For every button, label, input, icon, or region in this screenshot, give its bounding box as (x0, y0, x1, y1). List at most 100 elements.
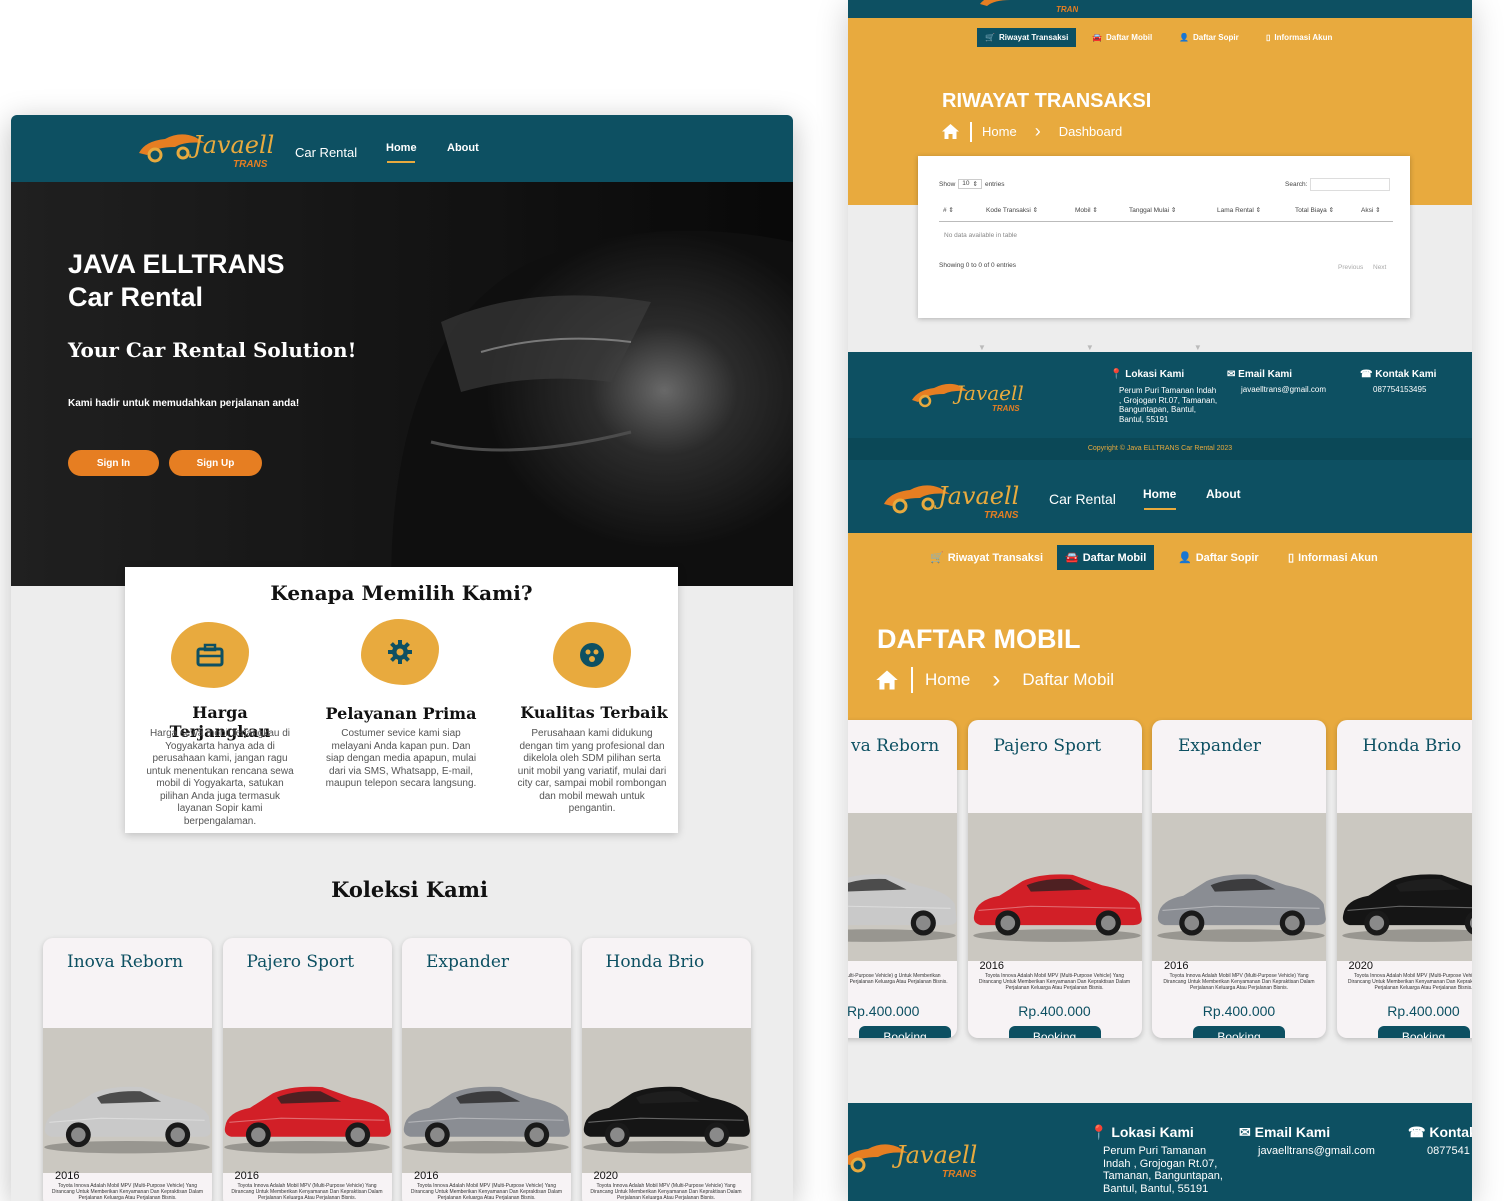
phone-icon: ☎ (1360, 369, 1373, 380)
table-column-header[interactable]: Kode Transaksi ⇕ (986, 206, 1038, 214)
footer-location-title: 📍 Lokasi Kami (1090, 1124, 1194, 1141)
subnav-informasi-akun[interactable]: ▯ Informasi Akun (1288, 545, 1378, 570)
svg-text:Javaell: Javaell (891, 1141, 977, 1169)
subnav-daftar-mobil[interactable]: 🚘 Daftar Mobil (1092, 28, 1152, 47)
car-name: Pajero Sport (246, 952, 355, 972)
gear-icon (388, 640, 412, 664)
car-image (222, 1028, 392, 1173)
car-photo (223, 1086, 391, 1154)
booking-button[interactable]: Booking (1008, 1026, 1101, 1038)
booking-button[interactable]: Booking (1193, 1026, 1285, 1038)
brand-logo[interactable]: Javaell TRANS (135, 123, 280, 171)
subnav-daftar-mobil[interactable]: 🚘 Daftar Mobil (1057, 545, 1155, 570)
car-card: Pajero Sport 2016 Toyota Innova Adalah Mo… (222, 938, 392, 1201)
table-info: Showing 0 to 0 of 0 entries (939, 262, 1016, 269)
pagination-next[interactable]: Next (1373, 264, 1386, 271)
nav-home-link[interactable]: Home (1143, 487, 1176, 501)
steering-wheel-icon (580, 643, 604, 667)
table-column-header[interactable]: Aksi ⇕ (1361, 206, 1381, 214)
car-year: 2016 (234, 1170, 259, 1182)
footer-email-title-text: Email Kami (1238, 369, 1293, 380)
car-logo-icon: Javaell TRANS (912, 381, 1024, 413)
svg-text:Javaell: Javaell (952, 381, 1024, 405)
car-photo (582, 1086, 750, 1154)
nav-active-indicator (1144, 508, 1176, 510)
car-icon: 🚘 (1092, 33, 1102, 42)
gear-icon-badge (361, 619, 439, 685)
svg-text:TRANS: TRANS (233, 159, 268, 170)
subnav-label: Riwayat Transaksi (998, 33, 1069, 42)
breadcrumb-daftar: Home › Daftar Mobil (875, 666, 1114, 694)
car-logo-icon: Javaell TRANS (848, 1141, 977, 1180)
landing-page-mockup: Javaell TRANS Car Rental Home About JAVA… (11, 115, 793, 1201)
breadcrumb-divider (911, 667, 913, 693)
subnav-label: Daftar Sopir (1192, 33, 1239, 42)
subnav-informasi-akun[interactable]: ▯ Informasi Akun (1266, 28, 1332, 47)
svg-text:TRANS: TRANS (1056, 5, 1078, 14)
sign-up-button[interactable]: Sign Up (169, 450, 262, 476)
why-heading: Kenapa Memilih Kami? (270, 581, 533, 605)
car-card: Expander 2016 Toyota Innova Adalah Mobil … (1152, 720, 1326, 1038)
search-input[interactable] (1310, 178, 1391, 191)
footer-email-title: ✉ Email Kami (1227, 369, 1292, 380)
table-column-header[interactable]: Total Biaya ⇕ (1295, 206, 1334, 214)
footer-phone[interactable]: 087754153495 (1373, 385, 1426, 394)
car-logo-icon: TRANS (980, 0, 1078, 14)
subnav-daftar-sopir[interactable]: 👤 Daftar Sopir (1179, 28, 1239, 47)
breadcrumb-riwayat: Home › Dashboard (941, 121, 1122, 142)
svg-text:TRANS: TRANS (992, 404, 1020, 413)
subnav-daftar-sopir[interactable]: 👤 Daftar Sopir (1178, 545, 1259, 570)
breadcrumb-home-link[interactable]: Home (925, 670, 970, 690)
subnav-riwayat-transaksi[interactable]: 🛒 Riwayat Transaksi (930, 545, 1043, 570)
car-image (43, 1028, 212, 1173)
car-name: Honda Brio (1362, 736, 1462, 756)
chevron-right-icon: › (992, 666, 1001, 693)
booking-button[interactable]: Booking (1377, 1026, 1470, 1038)
page-title-daftar: DAFTAR MOBIL (877, 624, 1081, 654)
car-image (581, 1028, 751, 1173)
transactions-table-card: Show 10 ⇕ entries Search: # ⇕ Kode Transak… (918, 156, 1410, 318)
car-name: va Reborn (851, 736, 940, 756)
table-column-header[interactable]: Mobil ⇕ (1075, 206, 1098, 214)
nav-about-link[interactable]: About (1206, 487, 1241, 501)
table-column-header[interactable]: # ⇕ (943, 206, 954, 214)
hero-title-line2: Car Rental (68, 282, 204, 312)
entries-select[interactable]: 10 ⇕ (958, 179, 982, 189)
chevron-right-icon: › (1034, 121, 1041, 141)
id-card-icon: ▯ (1266, 33, 1271, 42)
footer-email-title-text: Email Kami (1254, 1124, 1331, 1140)
user-icon: 👤 (1178, 552, 1192, 564)
table-empty-message: No data available in table (944, 232, 1017, 239)
footer-top: Javaell TRANS 📍 Lokasi Kami Perum Puri T… (848, 352, 1472, 438)
nav-home-link[interactable]: Home (386, 142, 417, 154)
car-year: 2020 (1348, 960, 1373, 972)
footer-email[interactable]: javaelltrans@gmail.com (1258, 1145, 1375, 1157)
subnav-riwayat-transaksi[interactable]: 🛒 Riwayat Transaksi (977, 28, 1077, 47)
home-icon[interactable] (875, 669, 899, 691)
steering-icon-badge (553, 622, 631, 688)
table-column-header[interactable]: Tanggal Mulai ⇕ (1129, 206, 1176, 214)
breadcrumb-home-link[interactable]: Home (982, 124, 1017, 139)
car-name: Expander (426, 952, 510, 972)
cart-icon: 🛒 (930, 552, 944, 564)
app-label: Car Rental (1049, 491, 1116, 507)
top-navbar: Javaell TRANS Car Rental Home About (848, 460, 1472, 533)
hero-title-line1: JAVA ELLTRANS (68, 249, 285, 279)
pagination-previous[interactable]: Previous (1338, 264, 1363, 271)
sign-in-button[interactable]: Sign In (68, 450, 159, 476)
entries-length-control: Show 10 ⇕ entries (939, 179, 1004, 189)
envelope-icon: ✉ (1227, 369, 1236, 380)
feature-title-pelayanan: Pelayanan Prima (325, 704, 477, 723)
dashboard-mockups: TRANS 🛒Riwayat Transaksi 🚘Daftar Mobil 👤… (848, 0, 1472, 1201)
show-label: Show (939, 180, 956, 188)
nav-active-indicator (387, 161, 415, 163)
table-column-header[interactable]: Lama Rental ⇕ (1217, 206, 1261, 214)
subnav-label: Daftar Sopir (1195, 551, 1259, 564)
footer-email[interactable]: javaelltrans@gmail.com (1241, 385, 1326, 394)
home-icon[interactable] (941, 123, 960, 140)
why-choose-us-card: Kenapa Memilih Kami? Harga Terjangkau Pe… (125, 567, 678, 833)
car-photo (44, 1086, 211, 1154)
nav-about-link[interactable]: About (447, 142, 479, 154)
booking-button[interactable]: Booking (859, 1026, 951, 1038)
footer-phone[interactable]: 0877541 (1427, 1145, 1470, 1157)
